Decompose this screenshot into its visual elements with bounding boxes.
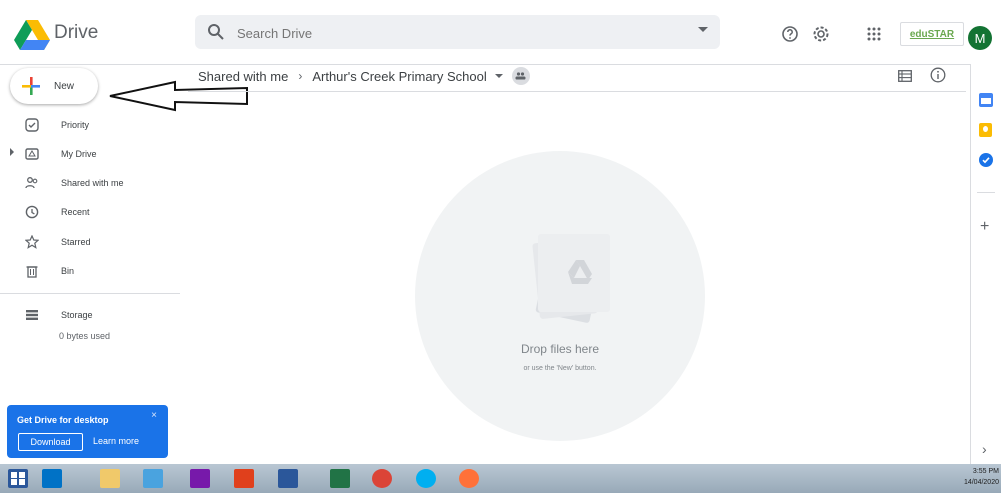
plus-icon bbox=[22, 77, 40, 95]
side-panel-divider bbox=[977, 192, 995, 193]
file-explorer-icon[interactable] bbox=[100, 469, 120, 488]
drive-logo-icon[interactable] bbox=[14, 20, 50, 50]
close-icon[interactable]: × bbox=[151, 410, 157, 421]
bin-icon bbox=[25, 264, 39, 278]
breadcrumb-current-folder[interactable]: Arthur's Creek Primary School bbox=[312, 69, 486, 84]
sidebar-item-priority[interactable]: Priority bbox=[0, 112, 180, 138]
edustar-logo: eduSTAR bbox=[909, 28, 955, 40]
skype-icon[interactable] bbox=[416, 469, 436, 488]
sidebar-item-label: Bin bbox=[61, 266, 75, 276]
acrobat-icon[interactable] bbox=[234, 469, 254, 488]
sidebar-item-starred[interactable]: Starred bbox=[0, 229, 180, 255]
excel-icon[interactable] bbox=[330, 469, 350, 488]
shared-folder-people-icon[interactable] bbox=[511, 67, 530, 85]
onenote-icon[interactable] bbox=[190, 469, 210, 488]
windows-taskbar: 3:55 PM 14/04/2020 bbox=[0, 464, 1001, 493]
help-icon[interactable] bbox=[778, 22, 802, 46]
promo-title: Get Drive for desktop bbox=[17, 415, 109, 425]
recent-icon bbox=[25, 205, 39, 219]
chrome-icon[interactable] bbox=[372, 469, 392, 488]
account-avatar[interactable]: M bbox=[968, 26, 992, 50]
search-icon[interactable] bbox=[207, 23, 225, 41]
new-button-label: New bbox=[54, 80, 75, 92]
sidebar-item-my-drive[interactable]: My Drive bbox=[0, 141, 180, 167]
word-icon[interactable] bbox=[278, 469, 298, 488]
show-side-panel-icon[interactable]: › bbox=[982, 441, 987, 457]
sidebar-item-label: Shared with me bbox=[61, 178, 124, 188]
system-clock[interactable]: 3:55 PM 14/04/2020 bbox=[953, 466, 999, 488]
new-button[interactable]: New bbox=[10, 68, 98, 104]
sidebar-item-label: Starred bbox=[61, 237, 91, 247]
learn-more-link[interactable]: Learn more bbox=[93, 436, 139, 446]
windows-start-icon[interactable] bbox=[8, 469, 28, 488]
search-input[interactable] bbox=[235, 23, 679, 43]
internet-explorer-icon[interactable] bbox=[143, 469, 163, 488]
firefox-icon[interactable] bbox=[459, 469, 479, 488]
shared-with-me-icon bbox=[25, 176, 39, 190]
get-drive-desktop-card: Get Drive for desktop × Download Learn m… bbox=[7, 405, 168, 458]
header-divider bbox=[188, 91, 966, 92]
star-icon bbox=[25, 235, 39, 249]
edustar-badge[interactable]: eduSTAR bbox=[900, 22, 964, 46]
app-name[interactable]: Drive bbox=[54, 22, 98, 44]
download-button[interactable]: Download bbox=[18, 433, 83, 451]
search-options-icon[interactable] bbox=[698, 27, 708, 32]
sidebar-item-label: Recent bbox=[61, 207, 90, 217]
storage-usage: 0 bytes used bbox=[59, 331, 111, 341]
folder-menu-dropdown-icon[interactable] bbox=[494, 74, 503, 78]
outlook-icon[interactable] bbox=[42, 469, 62, 488]
clock-time: 3:55 PM bbox=[972, 468, 999, 475]
drop-zone-subtitle: or use the 'New' button. bbox=[523, 365, 597, 372]
settings-gear-icon[interactable] bbox=[809, 22, 833, 46]
empty-folder-illustration bbox=[532, 234, 610, 323]
priority-icon bbox=[25, 118, 39, 132]
sidebar-item-shared-with-me[interactable]: Shared with me bbox=[0, 170, 180, 196]
chevron-right-icon: › bbox=[298, 69, 303, 83]
breadcrumb: Shared with me › Arthur's Creek Primary … bbox=[198, 66, 530, 86]
sidebar-item-recent[interactable]: Recent bbox=[0, 199, 180, 225]
sidebar-divider bbox=[0, 293, 180, 294]
calendar-icon[interactable] bbox=[979, 93, 993, 107]
sidebar-item-storage[interactable]: Storage bbox=[0, 302, 180, 328]
search-bar[interactable] bbox=[195, 15, 720, 49]
storage-label: Storage bbox=[61, 310, 93, 320]
clock-date: 14/04/2020 bbox=[963, 479, 999, 486]
sidebar-item-label: My Drive bbox=[61, 149, 97, 159]
add-addon-icon[interactable]: + bbox=[980, 218, 989, 236]
info-icon[interactable] bbox=[926, 63, 950, 87]
breadcrumb-shared-with-me[interactable]: Shared with me bbox=[198, 69, 288, 84]
apps-grid-icon[interactable] bbox=[862, 22, 886, 46]
sidebar-item-bin[interactable]: Bin bbox=[0, 258, 180, 284]
sidebar-item-label: Priority bbox=[61, 120, 90, 130]
my-drive-icon bbox=[25, 147, 39, 161]
storage-icon bbox=[25, 308, 39, 322]
list-view-icon[interactable] bbox=[893, 64, 917, 88]
drop-zone-title: Drop files here bbox=[520, 342, 600, 356]
tasks-icon[interactable] bbox=[979, 153, 993, 167]
keep-icon[interactable] bbox=[979, 123, 992, 137]
